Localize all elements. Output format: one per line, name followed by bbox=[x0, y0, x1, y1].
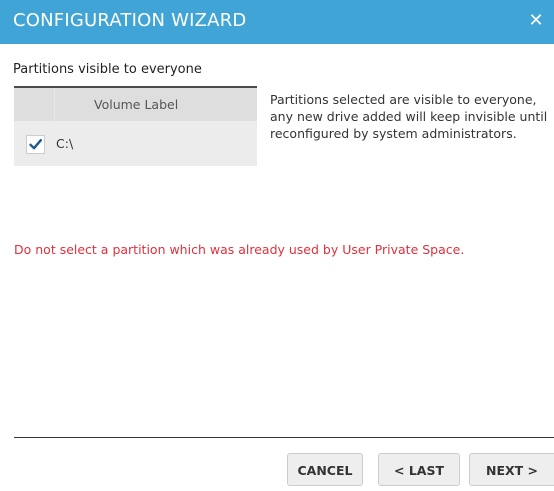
last-button[interactable]: < LAST bbox=[378, 453, 460, 486]
header-checkbox-column bbox=[14, 88, 55, 121]
warning-message: Do not select a partition which was alre… bbox=[14, 242, 465, 257]
partition-checkbox[interactable] bbox=[26, 135, 45, 154]
title-bar: CONFIGURATION WIZARD ✕ bbox=[0, 0, 554, 44]
cancel-button[interactable]: CANCEL bbox=[287, 453, 363, 486]
info-text: Partitions selected are visible to every… bbox=[270, 92, 548, 141]
configuration-wizard-dialog: CONFIGURATION WIZARD ✕ Partitions visibl… bbox=[0, 0, 554, 491]
close-icon[interactable]: ✕ bbox=[526, 11, 546, 31]
section-label: Partitions visible to everyone bbox=[13, 62, 202, 77]
dialog-title: CONFIGURATION WIZARD bbox=[13, 10, 247, 31]
volume-label-column-header[interactable]: Volume Label bbox=[94, 97, 178, 112]
table-row[interactable]: C:\ bbox=[14, 121, 257, 166]
footer-divider bbox=[14, 437, 554, 438]
partition-label: C:\ bbox=[56, 136, 74, 151]
next-button[interactable]: NEXT > bbox=[469, 453, 554, 486]
table-header: Volume Label bbox=[14, 88, 257, 121]
checkmark-icon bbox=[29, 139, 42, 150]
partition-table: Volume Label C:\ bbox=[14, 86, 257, 166]
